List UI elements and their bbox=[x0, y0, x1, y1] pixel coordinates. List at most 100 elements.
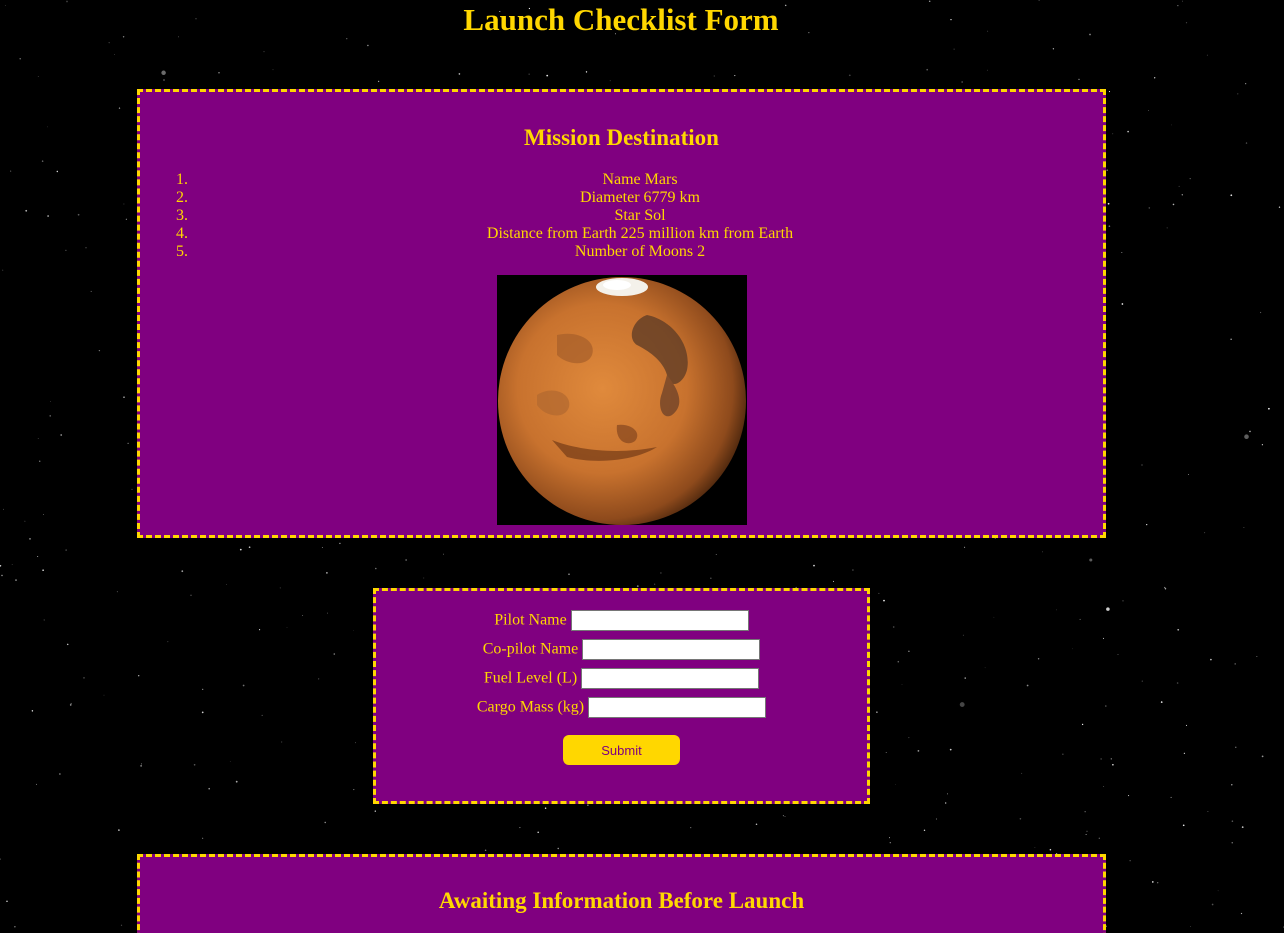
star bbox=[35, 783, 37, 785]
fuel-level-input[interactable] bbox=[581, 668, 760, 689]
mission-heading: Mission Destination bbox=[524, 125, 719, 150]
star bbox=[544, 807, 547, 810]
star bbox=[37, 438, 39, 439]
star bbox=[923, 829, 926, 832]
star bbox=[1084, 811, 1086, 813]
star bbox=[892, 626, 895, 628]
star bbox=[59, 773, 61, 775]
star bbox=[1249, 430, 1251, 433]
star bbox=[25, 209, 28, 212]
list-item: 5. Number of Moons 2 bbox=[176, 243, 706, 260]
star bbox=[10, 170, 12, 172]
star bbox=[140, 763, 143, 765]
star bbox=[897, 660, 900, 663]
star bbox=[1268, 407, 1270, 410]
star bbox=[946, 793, 949, 795]
star bbox=[1231, 842, 1233, 844]
list-item: 2. Diameter 6779 km bbox=[176, 189, 700, 206]
star bbox=[908, 737, 910, 739]
star bbox=[1152, 881, 1154, 883]
star bbox=[1160, 701, 1163, 703]
star bbox=[161, 70, 166, 76]
star bbox=[2, 269, 4, 271]
mission-star: Star Sol bbox=[614, 207, 666, 224]
star bbox=[889, 842, 891, 844]
star bbox=[1245, 142, 1248, 144]
star bbox=[964, 546, 966, 548]
star bbox=[654, 583, 656, 585]
star bbox=[1244, 434, 1249, 439]
star bbox=[878, 592, 880, 594]
star bbox=[19, 58, 21, 60]
star bbox=[279, 587, 281, 589]
cargo-mass-input[interactable] bbox=[588, 697, 767, 718]
star bbox=[1230, 338, 1232, 340]
star bbox=[1100, 758, 1102, 760]
star bbox=[24, 520, 26, 522]
star bbox=[1164, 586, 1166, 589]
list-item: 4. Distance from Earth 225 million km fro… bbox=[176, 225, 794, 242]
star bbox=[103, 694, 105, 696]
star bbox=[118, 829, 120, 831]
star bbox=[239, 548, 242, 551]
star bbox=[108, 42, 110, 44]
copilot-name-input[interactable] bbox=[582, 639, 761, 660]
star bbox=[660, 572, 662, 574]
star bbox=[755, 823, 758, 826]
mission-diameter: Diameter 6779 km bbox=[580, 189, 700, 206]
star bbox=[1261, 755, 1264, 758]
star bbox=[83, 677, 85, 679]
star bbox=[218, 72, 220, 74]
star bbox=[202, 837, 204, 839]
star bbox=[528, 73, 530, 75]
star bbox=[1189, 926, 1191, 927]
star bbox=[50, 401, 51, 403]
mission-name: Name Mars bbox=[602, 171, 678, 188]
star bbox=[353, 630, 354, 631]
star bbox=[876, 711, 878, 713]
pilot-row: Pilot Name bbox=[376, 610, 867, 632]
star bbox=[324, 821, 326, 824]
star bbox=[945, 802, 947, 804]
star bbox=[1112, 133, 1114, 135]
star bbox=[1189, 177, 1191, 180]
list-item: 3. Star Sol bbox=[176, 207, 666, 224]
star bbox=[49, 415, 51, 417]
star bbox=[1098, 837, 1100, 839]
star bbox=[0, 564, 2, 567]
star bbox=[1117, 654, 1119, 655]
star bbox=[181, 570, 184, 573]
star bbox=[889, 837, 891, 839]
pilot-name-input[interactable] bbox=[570, 610, 749, 631]
star bbox=[1085, 834, 1087, 835]
star bbox=[1072, 648, 1074, 650]
star bbox=[848, 74, 851, 77]
star bbox=[953, 48, 955, 50]
star bbox=[60, 434, 63, 436]
star bbox=[885, 752, 887, 754]
star bbox=[710, 577, 712, 579]
star bbox=[14, 926, 16, 928]
star bbox=[339, 542, 341, 545]
star bbox=[318, 678, 320, 680]
star bbox=[1052, 48, 1055, 50]
submit-button[interactable]: Submit bbox=[563, 735, 680, 765]
star bbox=[123, 396, 125, 398]
star bbox=[193, 763, 196, 766]
star bbox=[713, 75, 715, 77]
star bbox=[355, 742, 356, 744]
star bbox=[1234, 663, 1236, 665]
star bbox=[1245, 83, 1247, 85]
star bbox=[986, 69, 988, 71]
star bbox=[1210, 658, 1212, 661]
star bbox=[585, 71, 588, 73]
star bbox=[901, 684, 903, 685]
star bbox=[984, 667, 986, 669]
star bbox=[1183, 752, 1186, 754]
star bbox=[1127, 130, 1129, 133]
star bbox=[1164, 588, 1167, 590]
star bbox=[202, 688, 204, 691]
star bbox=[1148, 110, 1149, 111]
star bbox=[587, 804, 589, 806]
star bbox=[458, 73, 461, 75]
